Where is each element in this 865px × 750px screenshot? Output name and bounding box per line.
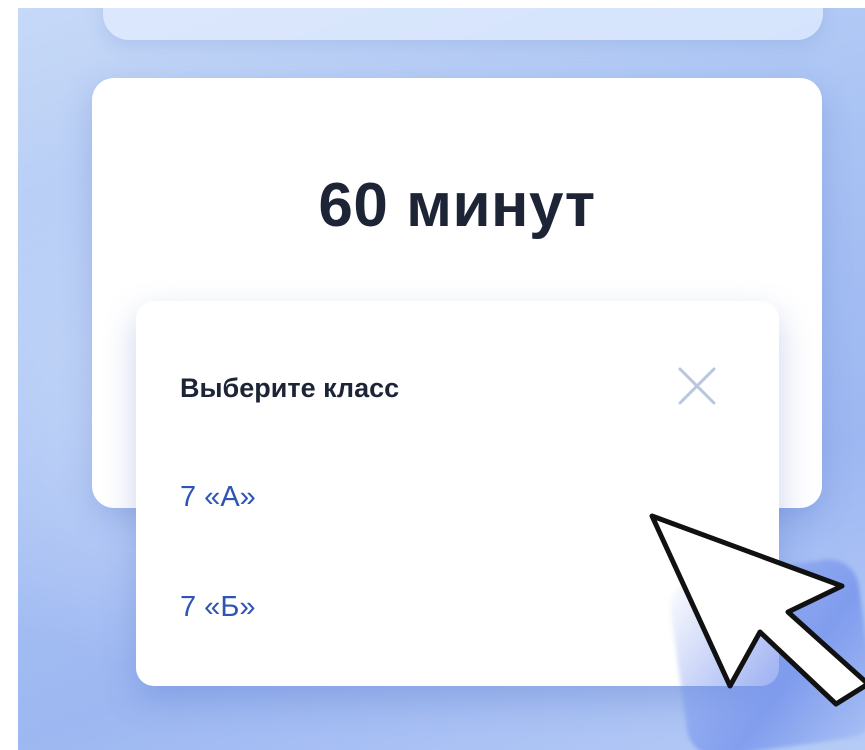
popup-title: Выберите класс (180, 373, 400, 403)
top-card-edge (103, 8, 823, 40)
class-option-7b[interactable]: 7 «Б» (180, 591, 255, 624)
close-icon (678, 367, 716, 405)
class-option-7a[interactable]: 7 «А» (180, 481, 256, 514)
duration-label: 60 минут (318, 171, 596, 240)
illustration-frame: 60 минут Выберите класс 7 «А» 7 «Б» (18, 8, 865, 750)
mouse-pointer-icon (649, 513, 865, 707)
close-button[interactable] (674, 363, 720, 409)
